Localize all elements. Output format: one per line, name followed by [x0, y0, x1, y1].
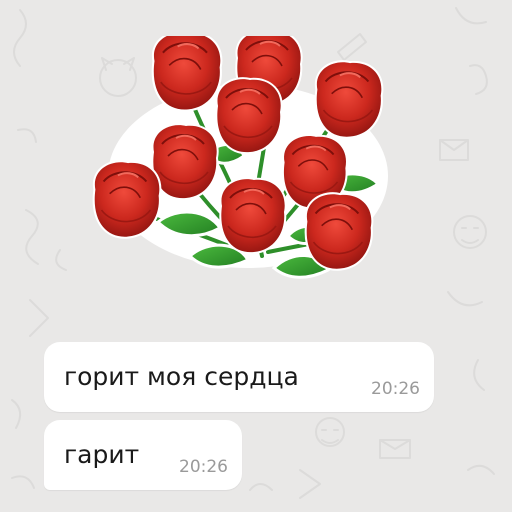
red-roses-sticker[interactable]: [88, 36, 404, 284]
message-bubble[interactable]: горит моя сердца 20:26: [44, 342, 434, 412]
message-text: горит моя сердца: [64, 362, 299, 391]
message-timestamp: 20:26: [371, 379, 420, 399]
message-text: гарит: [64, 440, 140, 469]
message-timestamp: 20:26: [179, 457, 228, 477]
message-bubble[interactable]: гарит 20:26: [44, 420, 242, 490]
